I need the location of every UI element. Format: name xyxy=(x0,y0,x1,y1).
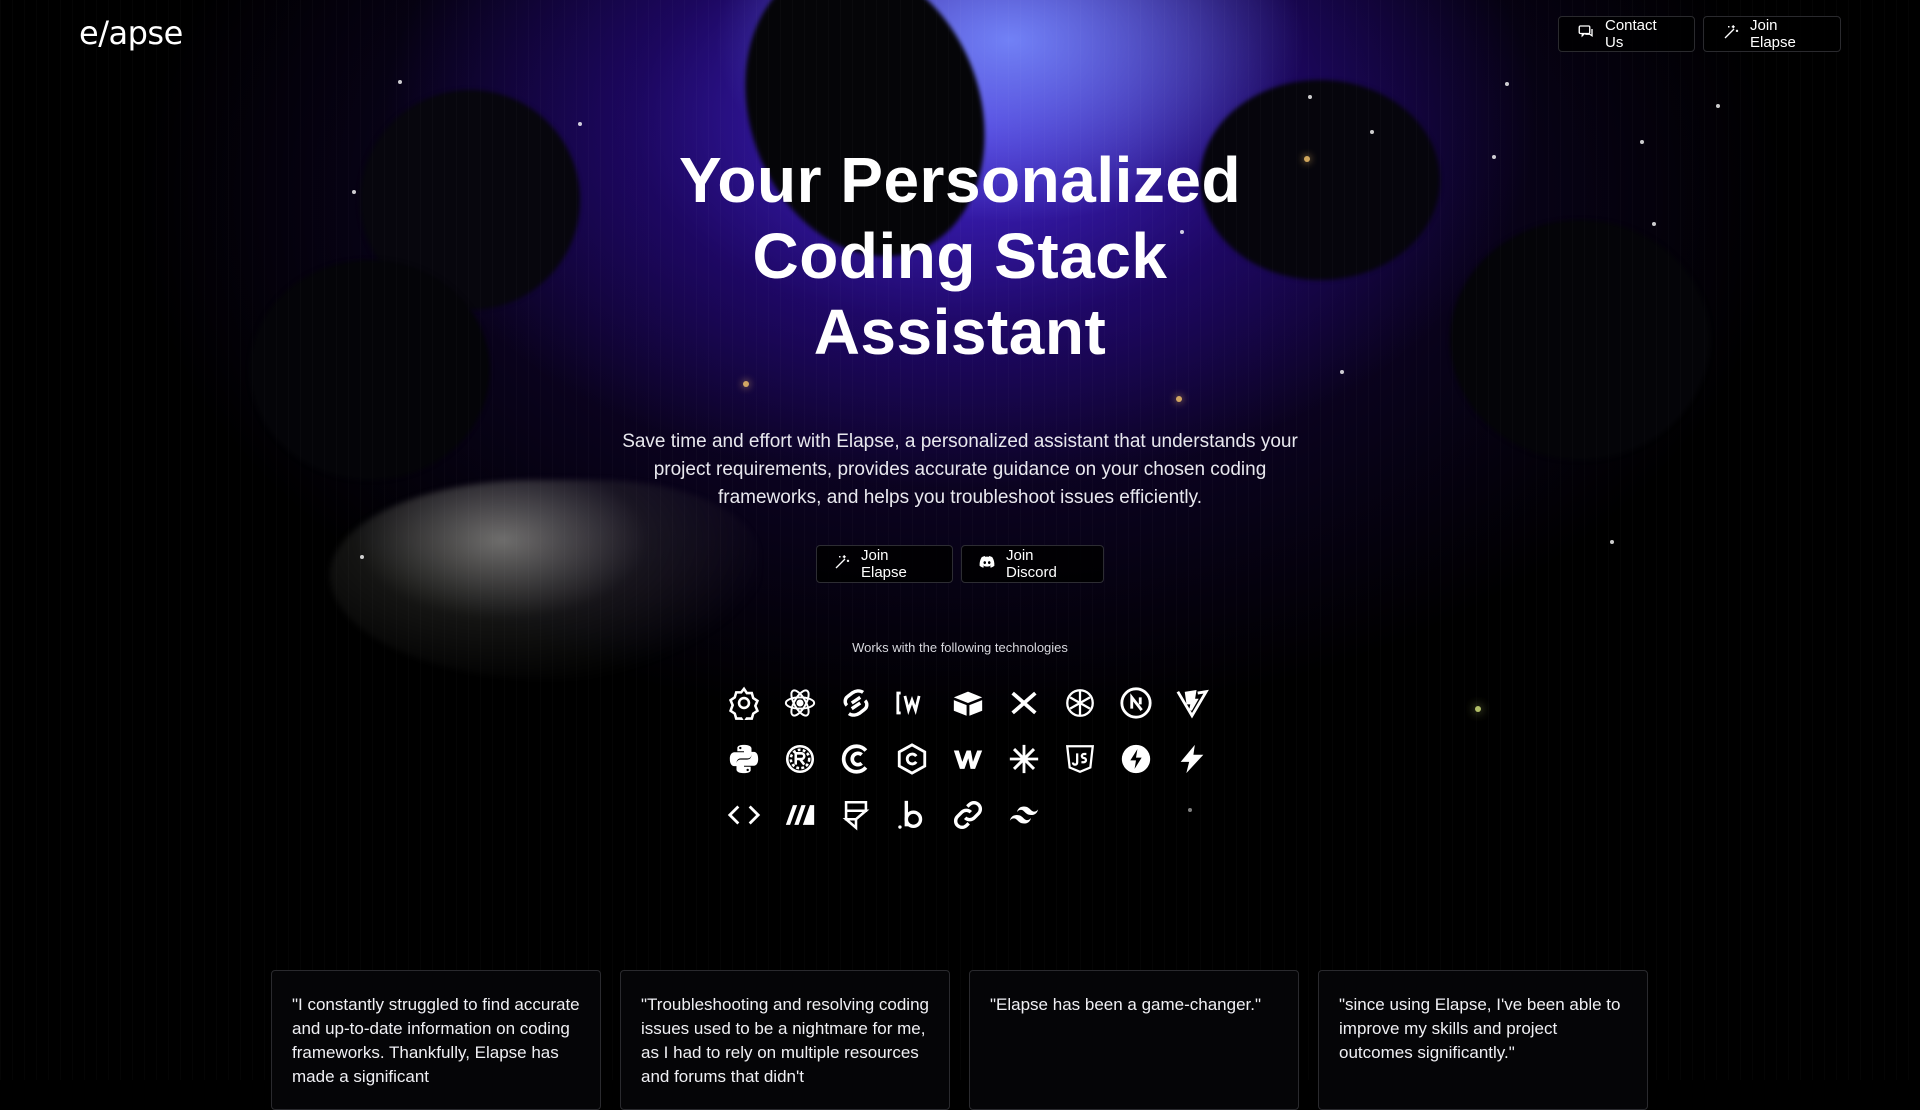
clojure-icon xyxy=(828,731,884,787)
webflow-icon xyxy=(940,731,996,787)
join-elapse-nav-button[interactable]: Join Elapse xyxy=(1703,16,1841,52)
join-elapse-button-label: Join Elapse xyxy=(861,547,907,581)
hero-title-line: Coding Stack xyxy=(752,220,1168,292)
star xyxy=(352,190,356,194)
ember xyxy=(1176,396,1182,402)
lightning-circle-icon xyxy=(1108,731,1164,787)
magic-wand-icon xyxy=(1722,23,1740,45)
testimonial-text: "since using Elapse, I've been able to i… xyxy=(1339,995,1621,1062)
nextjs-icon xyxy=(1108,675,1164,731)
testimonial-card: "Troubleshooting and resolving coding is… xyxy=(620,970,950,1110)
bun-icon xyxy=(884,787,940,843)
python-icon xyxy=(716,731,772,787)
vite-icon xyxy=(1164,675,1220,731)
openai-gear-icon xyxy=(716,675,772,731)
testimonial-card: "Elapse has been a game-changer." xyxy=(969,970,1299,1110)
star xyxy=(1505,82,1509,86)
rock-shape xyxy=(250,260,490,480)
star xyxy=(1652,222,1656,226)
asterisk-icon xyxy=(996,731,1052,787)
framer-icon xyxy=(828,787,884,843)
hero-title-line: Assistant xyxy=(813,296,1107,368)
mantine-icon xyxy=(772,787,828,843)
link-icon xyxy=(940,787,996,843)
javascript-icon xyxy=(1052,731,1108,787)
star xyxy=(1340,370,1344,374)
join-discord-label: Join Discord xyxy=(1006,547,1057,581)
openai-icon xyxy=(1052,675,1108,731)
testimonial-text: "Elapse has been a game-changer." xyxy=(990,995,1262,1014)
contact-us-button[interactable]: Contact Us xyxy=(1558,16,1695,52)
star xyxy=(1492,155,1496,159)
rust-icon xyxy=(772,731,828,787)
tailwind-icon xyxy=(996,787,1052,843)
rock-shape xyxy=(1450,220,1710,460)
react-icon xyxy=(772,675,828,731)
svelte-icon xyxy=(828,675,884,731)
x-icon xyxy=(996,675,1052,731)
testimonial-text: "Troubleshooting and resolving coding is… xyxy=(641,995,929,1086)
technologies-label: Works with the following technologies xyxy=(852,640,1068,655)
prismic-icon xyxy=(940,675,996,731)
star xyxy=(578,122,582,126)
hero-subtitle: Save time and effort with Elapse, a pers… xyxy=(622,431,1298,508)
ember xyxy=(1475,706,1481,712)
ember xyxy=(743,381,749,387)
testimonial-card: "I constantly struggled to find accurate… xyxy=(271,970,601,1110)
star xyxy=(1370,130,1374,134)
contact-us-label: Contact Us xyxy=(1605,17,1657,51)
technologies-grid xyxy=(716,675,1209,843)
star xyxy=(1640,140,1644,144)
windi-icon xyxy=(884,675,940,731)
csharp-icon xyxy=(884,731,940,787)
star xyxy=(360,555,364,559)
magic-wand-icon xyxy=(833,553,851,575)
star xyxy=(398,80,402,84)
star xyxy=(1716,104,1720,108)
join-elapse-label: Join Elapse xyxy=(1750,17,1796,51)
join-discord-button[interactable]: Join Discord xyxy=(961,545,1104,583)
star xyxy=(1610,540,1614,544)
chat-bubbles-icon xyxy=(1577,23,1595,45)
bolt-icon xyxy=(1164,731,1220,787)
discord-icon xyxy=(978,553,996,575)
hero-title-line: Your Personalized xyxy=(678,144,1242,216)
star xyxy=(1308,95,1312,99)
testimonial-card: "since using Elapse, I've been able to i… xyxy=(1318,970,1648,1110)
elapse-logo[interactable]: e/apse xyxy=(79,14,183,52)
testimonial-text: "I constantly struggled to find accurate… xyxy=(292,995,580,1086)
code-brackets-icon xyxy=(716,787,772,843)
join-elapse-button[interactable]: Join Elapse xyxy=(816,545,953,583)
hero-title: Your Personalized Coding Stack Assistant xyxy=(560,142,1360,370)
